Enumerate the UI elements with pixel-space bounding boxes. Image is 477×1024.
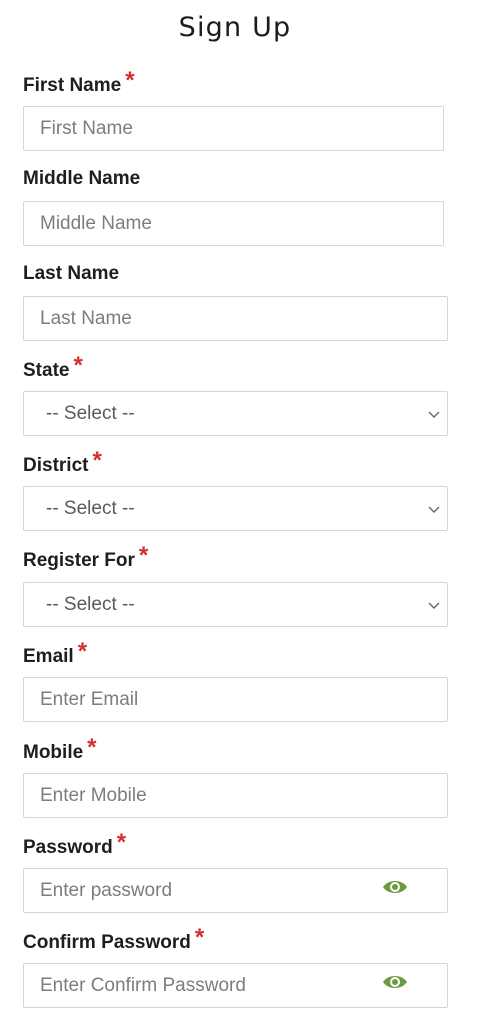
state-label-text: State xyxy=(23,360,70,381)
required-asterisk: * xyxy=(77,638,88,665)
mobile-input[interactable] xyxy=(24,774,447,817)
district-select[interactable]: -- Select -- xyxy=(23,486,448,531)
first-name-label-text: First Name xyxy=(23,75,122,96)
last-name-input[interactable] xyxy=(24,297,447,340)
eye-icon[interactable] xyxy=(381,877,409,897)
required-asterisk: * xyxy=(116,829,127,856)
first-name-input[interactable] xyxy=(24,107,443,150)
register-for-label: Register For * xyxy=(23,544,148,572)
email-input-box xyxy=(23,677,448,722)
middle-name-label-text: Middle Name xyxy=(23,168,141,189)
password-input-box xyxy=(23,868,448,913)
district-label: District * xyxy=(23,449,102,477)
mobile-input-box xyxy=(23,773,448,818)
page-title: Sign Up xyxy=(178,12,292,43)
password-label: Password * xyxy=(23,831,126,859)
confirm-password-label-text: Confirm Password xyxy=(23,932,191,953)
last-name-label-text: Last Name xyxy=(23,263,120,284)
chevron-down-icon xyxy=(427,407,441,421)
state-field: State * -- Select -- xyxy=(23,354,448,436)
confirm-password-label: Confirm Password * xyxy=(23,926,204,954)
required-asterisk: * xyxy=(87,734,97,761)
district-field: District * -- Select -- xyxy=(23,449,448,531)
chevron-down-icon xyxy=(427,598,441,612)
mobile-field: Mobile * xyxy=(23,736,448,818)
register-for-label-text: Register For xyxy=(23,550,135,571)
chevron-down-icon xyxy=(427,502,441,516)
confirm-password-input-box xyxy=(23,963,448,1008)
state-selected-value: -- Select -- xyxy=(46,402,135,424)
district-label-text: District xyxy=(23,455,89,476)
required-asterisk: * xyxy=(125,67,135,94)
register-for-selected-value: -- Select -- xyxy=(46,593,135,615)
register-for-select[interactable]: -- Select -- xyxy=(23,582,448,627)
email-label-text: Email xyxy=(23,646,74,667)
password-field: Password * xyxy=(23,831,448,913)
last-name-field: Last Name xyxy=(23,263,448,341)
first-name-label: First Name * xyxy=(23,69,135,97)
mobile-label-text: Mobile xyxy=(23,742,84,763)
email-input[interactable] xyxy=(24,678,447,721)
last-name-input-box xyxy=(23,296,448,341)
email-label: Email * xyxy=(23,640,87,668)
first-name-field: First Name * xyxy=(23,69,444,151)
required-asterisk: * xyxy=(92,447,102,474)
district-selected-value: -- Select -- xyxy=(46,497,135,519)
middle-name-label: Middle Name xyxy=(23,168,140,190)
password-label-text: Password xyxy=(23,837,113,858)
eye-icon[interactable] xyxy=(381,972,409,992)
middle-name-input[interactable] xyxy=(24,202,443,245)
required-asterisk: * xyxy=(194,924,205,951)
first-name-input-box xyxy=(23,106,444,151)
middle-name-input-box xyxy=(23,201,444,246)
state-label: State * xyxy=(23,354,83,382)
state-select[interactable]: -- Select -- xyxy=(23,391,448,436)
confirm-password-field: Confirm Password * xyxy=(23,926,448,1008)
last-name-label: Last Name xyxy=(23,263,119,285)
email-field: Email * xyxy=(23,640,448,722)
mobile-label: Mobile * xyxy=(23,736,97,764)
required-asterisk: * xyxy=(73,352,83,379)
register-for-field: Register For * -- Select -- xyxy=(23,544,448,627)
middle-name-field: Middle Name xyxy=(23,168,444,246)
required-asterisk: * xyxy=(138,542,149,569)
